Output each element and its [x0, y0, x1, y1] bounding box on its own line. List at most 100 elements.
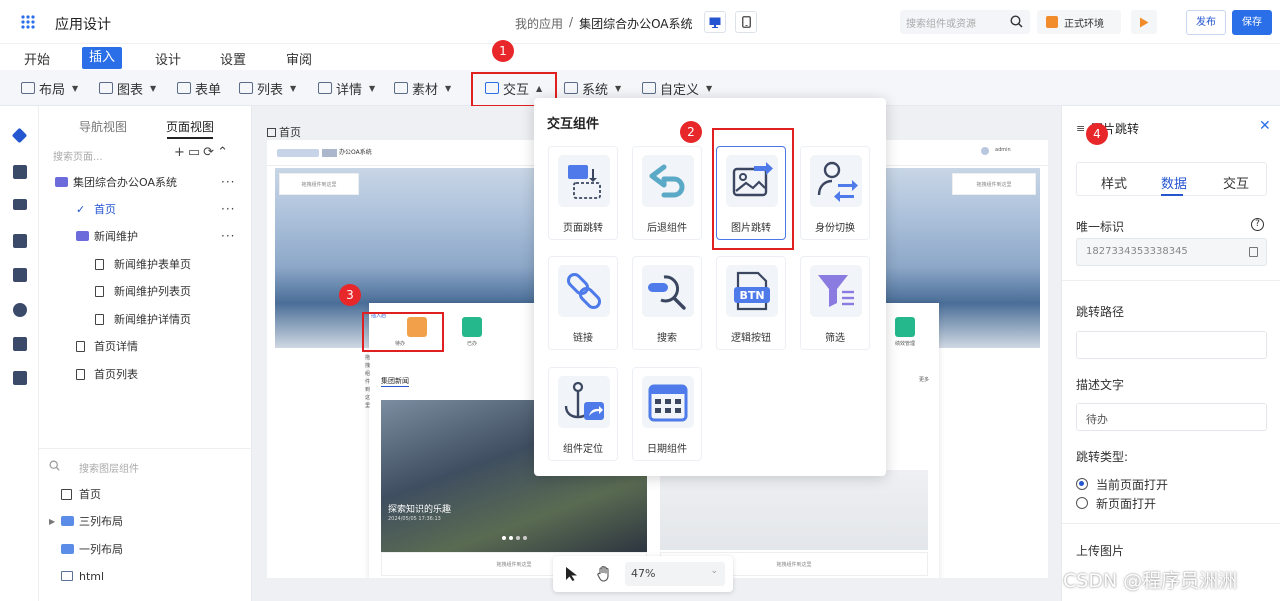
toolbar-form[interactable]: 表单 — [177, 79, 221, 98]
component-search[interactable]: 搜索 — [632, 256, 702, 350]
side-placeholder[interactable]: 拖拽组件到这里 — [365, 354, 371, 414]
path-label: 跳转路径 — [1076, 305, 1125, 319]
caret-down-icon: ▼ — [72, 83, 79, 93]
tree-item-news-detail[interactable]: 新闻维护详情页 — [39, 307, 252, 331]
more-icon[interactable]: ··· — [221, 202, 235, 216]
tree-item-root[interactable]: 集团综合办公OA系统 ··· — [39, 170, 252, 194]
preview-play-button[interactable] — [1131, 10, 1157, 34]
more-icon[interactable]: ··· — [221, 229, 235, 243]
expand-arrow-icon[interactable]: ▶ — [49, 517, 55, 526]
menu-tab-review[interactable]: 审阅 — [286, 49, 312, 71]
description-input[interactable]: 待办 — [1076, 403, 1267, 431]
interaction-components-popup: 交互组件 页面跳转 后退组件 图片跳转 身份切换 链接 搜索 BTN 逻辑按钮 … — [534, 98, 886, 476]
toolbar-label: 列表 — [257, 82, 284, 98]
anchor-icon — [558, 376, 610, 428]
component-label: 筛选 — [825, 333, 845, 344]
drop-placeholder[interactable]: 拖拽组件到这里 — [279, 173, 359, 195]
link-icon — [558, 265, 610, 317]
tree-item-news[interactable]: 新闻维护 ··· — [39, 224, 252, 248]
highlight-box-todo — [362, 312, 444, 352]
component-date[interactable]: 日期组件 — [632, 367, 702, 461]
chart-line-icon[interactable] — [13, 199, 27, 210]
tab-page-view[interactable]: 页面视图 — [166, 118, 214, 135]
page-label-text: 首页 — [279, 126, 301, 139]
tree-item-home-detail[interactable]: 首页详情 — [39, 334, 252, 358]
tab-navigation-view[interactable]: 导航视图 — [79, 118, 127, 135]
pointer-tool-icon[interactable] — [565, 566, 579, 582]
add-widget-icon[interactable] — [13, 371, 27, 385]
zoom-level-select[interactable]: 47% ⌄ — [625, 562, 725, 586]
component-back[interactable]: 后退组件 — [632, 146, 702, 240]
help-icon[interactable]: ? — [1251, 218, 1264, 231]
database-icon[interactable] — [13, 234, 27, 248]
drop-placeholder[interactable]: 拖拽组件到这里 — [952, 173, 1036, 195]
app-grid-icon[interactable] — [20, 14, 36, 30]
toolbar-system[interactable]: 系统 ▼ — [564, 79, 621, 98]
component-link[interactable]: 链接 — [548, 256, 618, 350]
component-anchor[interactable]: 组件定位 — [548, 367, 618, 461]
hand-tool-icon[interactable] — [597, 565, 611, 582]
layer-item-one-col[interactable]: 一列布局 — [39, 537, 252, 561]
layer-item-html[interactable]: html — [39, 564, 252, 588]
tree-item-home-list[interactable]: 首页列表 — [39, 362, 252, 386]
mobile-view-button[interactable] — [735, 11, 757, 33]
tree-item-news-form[interactable]: 新闻维护表单页 — [39, 252, 252, 276]
menu-tab-start[interactable]: 开始 — [24, 49, 50, 71]
cube-settings-icon[interactable] — [13, 268, 27, 282]
package-icon[interactable] — [13, 337, 27, 351]
save-button[interactable]: 保存 — [1232, 10, 1272, 35]
toolbar-label: 系统 — [582, 82, 609, 98]
layer-item-home[interactable]: 首页 — [39, 482, 252, 506]
environment-button[interactable]: 正式环境 — [1037, 10, 1121, 34]
menu-tab-settings[interactable]: 设置 — [220, 49, 246, 71]
page-actions[interactable]: +▭⟳⌃ — [174, 145, 231, 160]
component-page-jump[interactable]: 页面跳转 — [548, 146, 618, 240]
layers-icon[interactable] — [11, 127, 28, 144]
app-title: 应用设计 — [55, 17, 111, 33]
caret-down-icon: ▼ — [150, 83, 157, 93]
toolbar-layout[interactable]: 布局 ▼ — [21, 79, 79, 98]
component-identity-switch[interactable]: 身份切换 — [800, 146, 870, 240]
tree-item-label: 新闻维护详情页 — [114, 313, 191, 326]
toolbar-material[interactable]: 素材 ▼ — [394, 79, 451, 98]
component-logic-button[interactable]: BTN 逻辑按钮 — [716, 256, 786, 350]
breadcrumb-parent[interactable]: 我的应用 — [515, 15, 563, 32]
divider — [39, 448, 252, 449]
menu-tab-design[interactable]: 设计 — [155, 49, 181, 71]
desktop-view-button[interactable] — [704, 11, 726, 33]
toolbar-label: 布局 — [39, 82, 66, 98]
close-icon[interactable]: ✕ — [1259, 118, 1271, 134]
components-icon[interactable] — [13, 303, 27, 317]
toolbar-detail[interactable]: 详情 ▼ — [318, 79, 375, 98]
radio-current-page[interactable] — [1076, 478, 1088, 490]
tree-item-label: 首页列表 — [94, 368, 138, 381]
jump-path-input[interactable] — [1076, 331, 1267, 359]
tab-style[interactable]: 样式 — [1101, 173, 1127, 192]
search-icon[interactable] — [1010, 15, 1023, 28]
carousel-dots[interactable] — [502, 536, 527, 540]
tree-item-home[interactable]: ✓ 首页 ··· — [39, 197, 252, 221]
tree-item-label: 新闻维护列表页 — [114, 285, 191, 298]
copy-icon[interactable] — [1249, 247, 1258, 257]
layer-search-input[interactable]: 搜索图层组件 — [79, 460, 139, 475]
zoom-toolbar: 47% ⌄ — [553, 556, 733, 592]
toolbar-list[interactable]: 列表 ▼ — [239, 79, 296, 98]
toolbar-chart[interactable]: 图表 ▼ — [99, 79, 157, 98]
more-link[interactable]: 更多 — [919, 376, 929, 383]
tab-data[interactable]: 数据 — [1161, 173, 1187, 192]
search-icon — [642, 265, 694, 317]
publish-button[interactable]: 发布 — [1186, 10, 1226, 35]
more-icon[interactable]: ··· — [221, 175, 235, 189]
component-filter[interactable]: 筛选 — [800, 256, 870, 350]
menu-tab-insert[interactable]: 插入 — [82, 47, 123, 69]
document-icon[interactable] — [13, 165, 27, 179]
tree-item-news-list[interactable]: 新闻维护列表页 — [39, 279, 252, 303]
toolbar-custom[interactable]: 自定义 ▼ — [642, 79, 712, 98]
component-label: 搜索 — [657, 333, 677, 344]
radio-new-page[interactable] — [1076, 497, 1088, 509]
btn-glyph: BTN — [739, 289, 764, 302]
layer-item-three-col[interactable]: ▶ 三列布局 — [39, 509, 252, 533]
page-search-input[interactable]: 搜索页面... — [53, 148, 103, 163]
tab-interaction[interactable]: 交互 — [1223, 173, 1249, 192]
left-panel: 导航视图 页面视图 搜索页面... +▭⟳⌃ 集团综合办公OA系统 ··· ✓ … — [39, 106, 252, 601]
